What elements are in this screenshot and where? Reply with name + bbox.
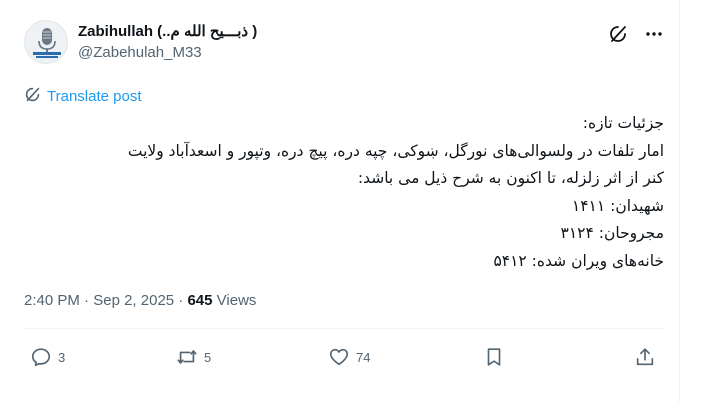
- views-count[interactable]: 645: [187, 292, 212, 309]
- header-actions: [608, 24, 664, 44]
- reply-icon: [30, 346, 52, 368]
- tweet-actions: 3 5 74: [24, 346, 664, 372]
- reply-button[interactable]: 3: [30, 346, 65, 368]
- tweet-line: خانه‌های ویران شده: ۵۴۱۲: [493, 251, 664, 270]
- grok-icon[interactable]: [608, 24, 628, 44]
- tweet-text: جزئیات تازه: امار تلفات در ولسوالی‌های ن…: [24, 110, 664, 275]
- translate-label[interactable]: Translate post: [47, 88, 142, 105]
- repost-button[interactable]: 5: [176, 346, 211, 368]
- tweet-line: کنر از اثر زلزله، تا اکنون به شرح ذیل می…: [357, 169, 664, 187]
- meta-separator: ·: [174, 292, 188, 309]
- avatar[interactable]: [24, 20, 68, 64]
- tweet-line: مجروحان: ۳۱۲۴: [560, 224, 665, 242]
- like-count: 74: [356, 349, 371, 365]
- bookmark-button[interactable]: [483, 346, 505, 368]
- like-button[interactable]: 74: [328, 346, 370, 368]
- bookmark-icon: [483, 346, 505, 368]
- views-label[interactable]: Views: [213, 292, 257, 309]
- tweet-line: امار تلفات در ولسوالی‌های نورگل، ښوکی، چ…: [127, 141, 664, 160]
- reply-count: 3: [58, 349, 66, 365]
- tweet-line: جزئیات تازه:: [582, 114, 664, 132]
- tweet-date[interactable]: Sep 2, 2025: [93, 292, 174, 309]
- divider: [24, 328, 664, 329]
- repost-count: 5: [204, 349, 212, 365]
- tweet-header: Zabihullah (..ذبـــیح الله م ) @Zabehula…: [24, 18, 664, 68]
- author-display-name[interactable]: Zabihullah (..ذبـــیح الله م ): [78, 22, 498, 40]
- tweet-time[interactable]: 2:40 PM: [24, 292, 80, 309]
- translate-icon: [24, 86, 41, 107]
- repost-icon: [176, 346, 198, 368]
- share-icon: [634, 346, 656, 368]
- column-border: [679, 0, 680, 402]
- microphone-avatar-icon: [25, 21, 67, 63]
- meta-separator: ·: [79, 292, 94, 309]
- author-handle[interactable]: @Zabehulah_M33: [78, 44, 498, 61]
- tweet-meta: 2:40 PM · Sep 2, 2025 · 645 Views: [24, 292, 256, 309]
- more-icon[interactable]: [644, 24, 664, 44]
- author-info: Zabihullah (..ذبـــیح الله م ) @Zabehula…: [78, 22, 498, 61]
- tweet-line: شهیدان: ۱۴۱۱: [571, 196, 664, 215]
- translate-post-link[interactable]: Translate post: [24, 86, 142, 107]
- share-button[interactable]: [634, 346, 656, 368]
- like-icon: [328, 346, 350, 368]
